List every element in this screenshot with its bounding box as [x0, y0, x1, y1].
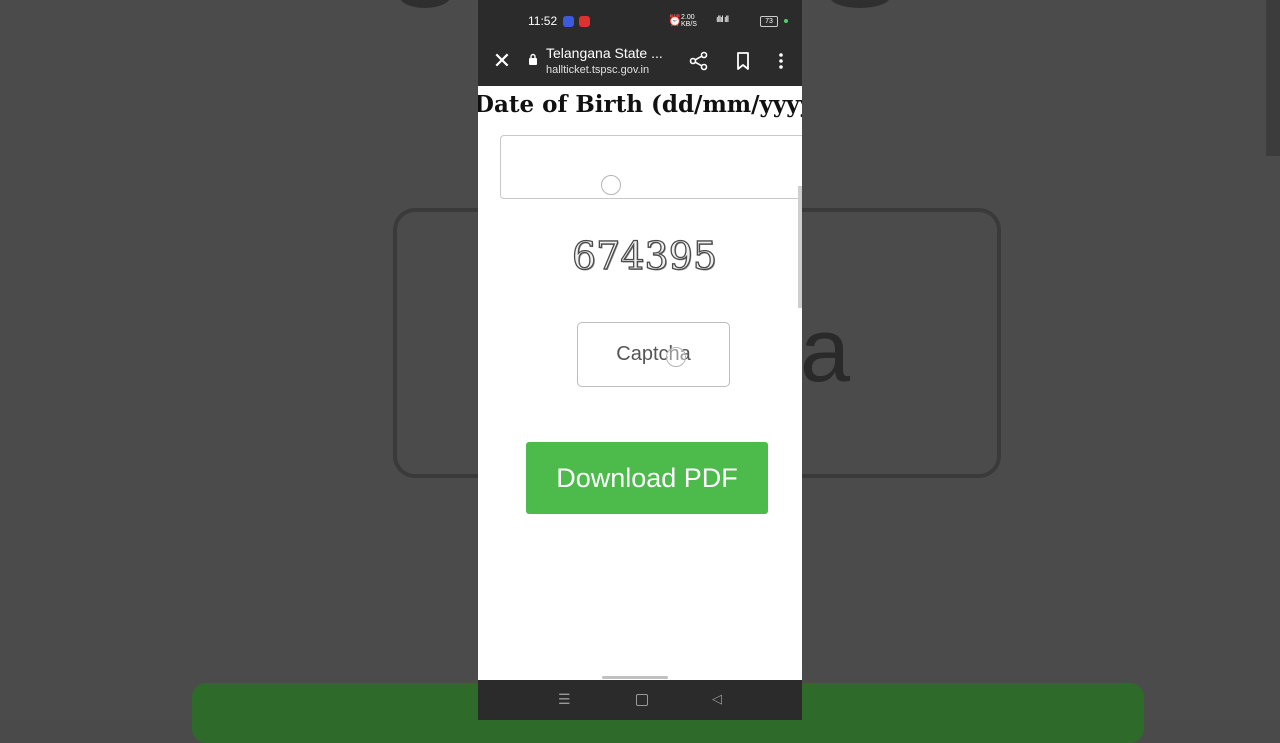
background-echo-text: a [800, 301, 851, 401]
status-time: 11:52 [528, 14, 558, 28]
privacy-dot-icon [784, 19, 788, 23]
system-nav-bar: ☰ ◁ [478, 680, 802, 720]
more-options-icon[interactable] [772, 50, 790, 72]
dob-label: Date of Birth (dd/mm/yyyy) [478, 91, 802, 118]
captcha-input[interactable]: Captcha [577, 322, 730, 387]
touch-indicator [601, 175, 621, 195]
page-scrollbar[interactable] [798, 186, 802, 308]
messenger-notification-icon [563, 16, 574, 27]
download-pdf-button[interactable]: Download PDF [526, 442, 768, 514]
recents-icon[interactable]: ☰ [558, 692, 572, 706]
page-title: Telangana State ... [546, 45, 663, 61]
background-shape [830, 0, 890, 8]
video-notification-icon [579, 16, 590, 27]
alarm-icon: ⏰ [668, 15, 682, 27]
dob-input[interactable] [500, 135, 802, 199]
phone-screen: 11:52 ⏰ 2.00 KB/S ıIlıl ıIl 73 ✕ Telangan… [478, 0, 802, 720]
background-scrollbar [1266, 0, 1280, 156]
bookmark-icon[interactable] [732, 50, 754, 72]
page-url: hallticket.tspsc.gov.in [546, 64, 650, 76]
network-speed: 2.00 KB/S [681, 14, 697, 28]
share-icon[interactable] [688, 50, 710, 72]
captcha-image: 674395 [571, 233, 718, 278]
background-shape [400, 0, 450, 8]
signal-icon: ıIlıl ıIl [716, 14, 729, 24]
battery-icon: 73 [760, 16, 778, 27]
lock-icon [529, 53, 537, 65]
gesture-handle [602, 676, 668, 679]
browser-toolbar: ✕ Telangana State ... hallticket.tspsc.g… [478, 40, 802, 86]
touch-indicator [666, 347, 686, 367]
status-bar: 11:52 ⏰ 2.00 KB/S ıIlıl ıIl 73 [478, 0, 802, 40]
back-icon[interactable]: ◁ [712, 692, 726, 706]
page-content: Date of Birth (dd/mm/yyyy) 674395 Captch… [478, 86, 802, 680]
close-icon[interactable]: ✕ [490, 50, 514, 74]
home-icon[interactable] [636, 694, 648, 706]
